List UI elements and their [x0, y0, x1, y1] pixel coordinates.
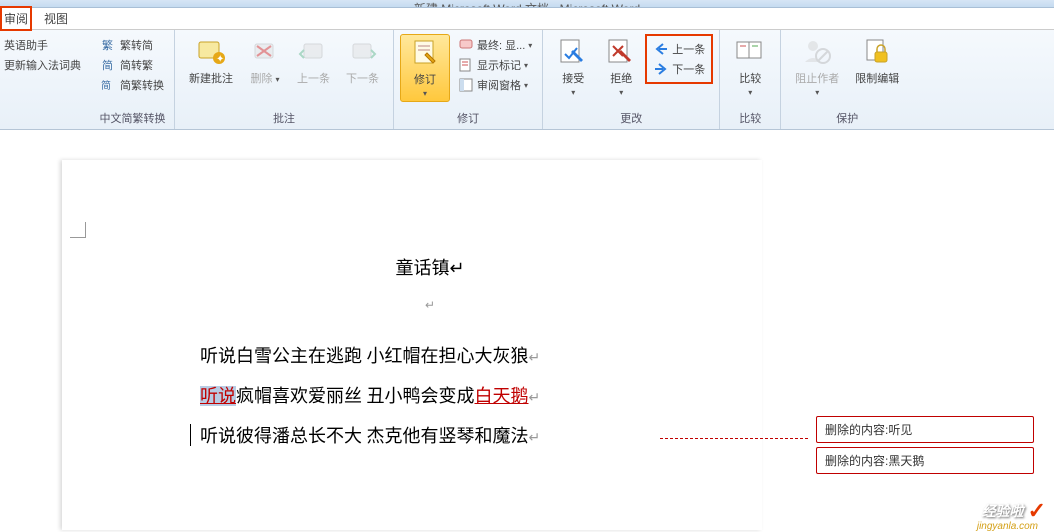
doc-line-1: 听说白雪公主在逃跑 小红帽在担心大灰狼↵ [200, 342, 660, 368]
block-authors-icon [801, 36, 833, 68]
group-chinese-convert: 繁繁转简 简简转繁 简简繁转换 中文简繁转换 [91, 30, 175, 129]
group-protect: 阻止作者▾ 限制编辑 保护 [781, 30, 913, 129]
delete-icon [249, 36, 281, 68]
update-ime-button[interactable]: 更新输入法词典 [2, 56, 83, 74]
revision-connector-line [660, 438, 808, 439]
chevron-down-icon: ▾ [423, 89, 427, 98]
group-label-changes: 更改 [549, 107, 713, 129]
lock-icon [861, 36, 893, 68]
group-tracking: 修订▾ 最终: 显... ▾ 显示标记 ▾ 审阅窗格 ▾ 修订 [394, 30, 543, 129]
chevron-down-icon: ▾ [528, 41, 532, 50]
chevron-down-icon: ▾ [571, 88, 575, 97]
trad-to-simp-button[interactable]: 繁繁转简 [99, 36, 166, 54]
doc-line-2: 听说疯帽喜欢爱丽丝 丑小鸭会变成白天鹅↵ [200, 382, 660, 408]
prev-comment-icon [298, 36, 330, 68]
show-markup-dropdown[interactable]: 显示标记 ▾ [456, 56, 534, 74]
group-label-protect: 保护 [787, 107, 907, 129]
new-comment-button[interactable]: ✦ 新建批注 [181, 34, 241, 88]
revision-balloons: 删除的内容:听见 删除的内容:黑天鹅 [816, 416, 1034, 478]
next-change-button[interactable]: 下一条 [651, 60, 707, 78]
svg-text:繁: 繁 [102, 38, 113, 52]
markup-icon [458, 57, 474, 73]
document-area: 童话镇↵ ↵ 听说白雪公主在逃跑 小红帽在担心大灰狼↵ 听说疯帽喜欢爱丽丝 丑小… [0, 130, 1054, 530]
chevron-down-icon: ▾ [815, 88, 819, 97]
block-authors-button[interactable]: 阻止作者▾ [787, 34, 847, 100]
restrict-edit-button[interactable]: 限制编辑 [847, 34, 907, 88]
pane-icon [458, 77, 474, 93]
simp-trad-convert-button[interactable]: 简简繁转换 [99, 76, 166, 94]
next-comment-button[interactable]: 下一条 [338, 34, 387, 88]
tab-review[interactable]: 审阅 [0, 6, 32, 31]
group-label-tracking: 修订 [400, 107, 536, 129]
simp-trad-icon: 简 [101, 57, 117, 73]
paragraph-mark-icon: ↵ [449, 258, 464, 278]
revision-balloon[interactable]: 删除的内容:听见 [816, 416, 1034, 443]
accept-button[interactable]: 接受▾ [549, 34, 597, 100]
group-left-extras: 英语助手 更新输入法词典 [0, 30, 91, 129]
reject-button[interactable]: 拒绝▾ [597, 34, 645, 100]
text-cursor [190, 424, 191, 446]
trad-simp-icon: 繁 [101, 37, 117, 53]
paragraph-mark-icon: ↵ [200, 298, 660, 312]
track-icon [409, 37, 441, 69]
next-arrow-icon [653, 61, 669, 77]
accept-icon [557, 36, 589, 68]
tracked-insert-selected: 听说 [200, 386, 236, 406]
doc-line-3: 听说彼得潘总长不大 杰克他有竖琴和魔法↵ [200, 422, 660, 448]
simp-to-trad-button[interactable]: 简简转繁 [99, 56, 166, 74]
prev-arrow-icon [653, 41, 669, 57]
next-comment-icon [347, 36, 379, 68]
prev-change-button[interactable]: 上一条 [651, 40, 707, 58]
chevron-down-icon: ▾ [619, 88, 623, 97]
review-pane-dropdown[interactable]: 审阅窗格 ▾ [456, 76, 534, 94]
watermark-text: 经验啦 [982, 501, 1024, 521]
ruler-corner [70, 222, 86, 238]
compare-button[interactable]: 比较▾ [726, 34, 774, 100]
group-label-chinese: 中文简繁转换 [97, 107, 168, 129]
ribbon-tabs: 审阅 视图 [0, 8, 1054, 30]
svg-text:✦: ✦ [216, 54, 224, 65]
delete-comment-button[interactable]: 删除 ▾ [241, 34, 289, 88]
paragraph-mark-icon: ↵ [529, 431, 541, 446]
doc-title: 童话镇↵ [200, 254, 660, 280]
svg-text:简: 简 [101, 79, 111, 92]
chevron-down-icon: ▾ [276, 75, 280, 84]
prev-comment-button[interactable]: 上一条 [289, 34, 338, 88]
compare-icon [734, 36, 766, 68]
ribbon: 英语助手 更新输入法词典 繁繁转简 简简转繁 简简繁转换 中文简繁转换 ✦ 新建… [0, 30, 1054, 130]
highlight-prev-next: 上一条 下一条 [645, 34, 713, 84]
group-comments: ✦ 新建批注 删除 ▾ 上一条 下一条 批注 [175, 30, 394, 129]
display-mode-dropdown[interactable]: 最终: 显... ▾ [456, 36, 534, 54]
group-compare: 比较▾ 比较 [720, 30, 781, 129]
paragraph-mark-icon: ↵ [529, 391, 541, 406]
chevron-down-icon: ▾ [524, 61, 528, 70]
chevron-down-icon: ▾ [524, 81, 528, 90]
title-bar: 新建 Microsoft Word 文档 - Microsoft Word [0, 0, 1054, 8]
document-content[interactable]: 童话镇↵ ↵ 听说白雪公主在逃跑 小红帽在担心大灰狼↵ 听说疯帽喜欢爱丽丝 丑小… [200, 254, 660, 462]
track-changes-button[interactable]: 修订▾ [400, 34, 450, 102]
chevron-down-icon: ▾ [748, 88, 752, 97]
convert-icon: 简 [101, 77, 117, 93]
svg-text:简: 简 [102, 58, 113, 72]
group-changes: 接受▾ 拒绝▾ 上一条 下一条 更改 [543, 30, 720, 129]
group-label-empty [0, 111, 85, 129]
watermark-url: jingyanla.com [977, 521, 1038, 532]
revision-balloon[interactable]: 删除的内容:黑天鹅 [816, 447, 1034, 474]
english-helper-button[interactable]: 英语助手 [2, 36, 83, 54]
watermark: 经验啦 ✓ jingyanla.com [982, 498, 1046, 524]
tab-view[interactable]: 视图 [32, 7, 80, 30]
paragraph-mark-icon: ↵ [529, 351, 541, 366]
tracked-insert: 白天鹅 [475, 386, 529, 406]
balloon-icon [458, 37, 474, 53]
new-comment-icon: ✦ [195, 36, 227, 68]
group-label-comments: 批注 [181, 107, 387, 129]
group-label-compare: 比较 [726, 107, 774, 129]
reject-icon [605, 36, 637, 68]
